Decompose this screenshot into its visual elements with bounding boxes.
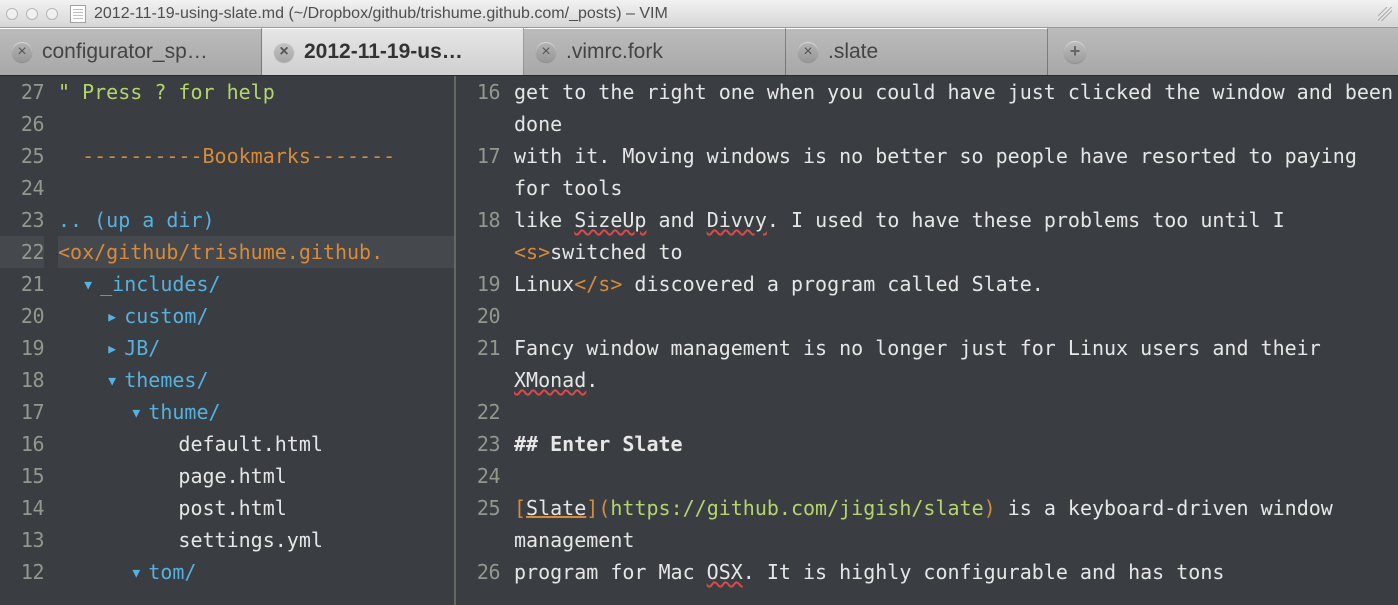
- code-line[interactable]: [Slate](https://github.com/jigish/slate)…: [514, 492, 1398, 556]
- tab-label: .vimrc.fork: [566, 40, 663, 64]
- code-line[interactable]: like SizeUp and Divvy. I used to have th…: [514, 204, 1398, 268]
- tab-2[interactable]: × .vimrc.fork: [524, 28, 786, 75]
- close-tab-icon[interactable]: ×: [798, 42, 818, 62]
- tree-line[interactable]: page.html: [58, 460, 454, 492]
- line-number: [456, 364, 500, 396]
- line-number: 19: [456, 268, 500, 300]
- tree-line[interactable]: .. (up a dir): [58, 204, 454, 236]
- line-number: 26: [0, 108, 44, 140]
- tree-line: ----------Bookmarks-------: [58, 140, 454, 172]
- line-number: [456, 108, 500, 140]
- tab-1[interactable]: × 2012-11-19-us…: [262, 28, 524, 75]
- line-number: 14: [0, 492, 44, 524]
- line-number: 24: [0, 172, 44, 204]
- tree-line[interactable]: thume/: [58, 396, 454, 428]
- line-number: 19: [0, 332, 44, 364]
- tab-0[interactable]: × configurator_sp…: [0, 28, 262, 75]
- code-line[interactable]: Linux</s> discovered a program called Sl…: [514, 268, 1398, 300]
- chevron-right-icon[interactable]: [106, 336, 124, 360]
- resize-grip-icon[interactable]: [1378, 7, 1392, 21]
- line-number: 15: [0, 460, 44, 492]
- line-number: [456, 236, 500, 268]
- document-icon: [70, 5, 86, 23]
- line-number: 17: [456, 140, 500, 172]
- code-line[interactable]: [514, 460, 1398, 492]
- nerdtree-content[interactable]: " Press ? for help ----------Bookmarks--…: [54, 76, 454, 605]
- tree-line[interactable]: tom/: [58, 556, 454, 588]
- line-number: [456, 172, 500, 204]
- tree-line[interactable]: default.html: [58, 428, 454, 460]
- tree-line[interactable]: settings.yml: [58, 524, 454, 556]
- nerdtree-pane[interactable]: 27262524232221201918171615141312 " Press…: [0, 76, 454, 605]
- code-line[interactable]: with it. Moving windows is no better so …: [514, 140, 1398, 204]
- code-line[interactable]: get to the right one when you could have…: [514, 76, 1398, 140]
- line-number: 20: [0, 300, 44, 332]
- line-number: 20: [456, 300, 500, 332]
- minimize-window-icon[interactable]: [26, 8, 38, 20]
- line-number: 18: [0, 364, 44, 396]
- chevron-down-icon[interactable]: [130, 400, 148, 424]
- tree-line: " Press ? for help: [58, 76, 454, 108]
- code-line[interactable]: [514, 396, 1398, 428]
- code-line[interactable]: ## Enter Slate: [514, 428, 1398, 460]
- tree-line[interactable]: JB/: [58, 332, 454, 364]
- tab-label: 2012-11-19-us…: [304, 40, 463, 64]
- close-tab-icon[interactable]: ×: [274, 42, 294, 62]
- line-number: 27: [0, 76, 44, 108]
- code-line[interactable]: Fancy window management is no longer jus…: [514, 332, 1398, 396]
- tab-label: .slate: [828, 40, 878, 64]
- window-title: 2012-11-19-using-slate.md (~/Dropbox/git…: [94, 5, 1378, 23]
- line-number: 25: [0, 140, 44, 172]
- tree-line[interactable]: themes/: [58, 364, 454, 396]
- line-number: 13: [0, 524, 44, 556]
- line-number: [456, 524, 500, 556]
- new-tab-button[interactable]: +: [1048, 28, 1398, 75]
- tree-line: [58, 108, 454, 140]
- line-number: 23: [456, 428, 500, 460]
- tree-line[interactable]: <ox/github/trishume.github.: [58, 236, 454, 268]
- main-editor-pane[interactable]: 16 17 18 192021 22232425 26 get to the right …: [454, 76, 1398, 605]
- line-number: 26: [456, 556, 500, 588]
- line-number: 23: [0, 204, 44, 236]
- chevron-down-icon[interactable]: [82, 272, 100, 296]
- zoom-window-icon[interactable]: [46, 8, 58, 20]
- tree-line[interactable]: post.html: [58, 492, 454, 524]
- tab-3[interactable]: × .slate: [786, 28, 1048, 75]
- line-number: 21: [456, 332, 500, 364]
- editor-content[interactable]: get to the right one when you could have…: [510, 76, 1398, 605]
- line-number: 25: [456, 492, 500, 524]
- line-number: 22: [456, 396, 500, 428]
- line-number: 21: [0, 268, 44, 300]
- close-tab-icon[interactable]: ×: [12, 42, 32, 62]
- editor: 27262524232221201918171615141312 " Press…: [0, 76, 1398, 605]
- window-controls[interactable]: [6, 8, 58, 20]
- right-gutter: 16 17 18 192021 22232425 26: [456, 76, 510, 605]
- chevron-down-icon[interactable]: [106, 368, 124, 392]
- tree-line: [58, 172, 454, 204]
- line-number: 16: [456, 76, 500, 108]
- line-number: 17: [0, 396, 44, 428]
- chevron-down-icon[interactable]: [130, 560, 148, 584]
- tab-bar: × configurator_sp… × 2012-11-19-us… × .vimrc.…: [0, 28, 1398, 76]
- tree-line[interactable]: _includes/: [58, 268, 454, 300]
- line-number: 12: [0, 556, 44, 588]
- tree-line[interactable]: custom/: [58, 300, 454, 332]
- plus-icon[interactable]: +: [1064, 41, 1086, 63]
- line-number: 22: [0, 236, 44, 268]
- line-number: 18: [456, 204, 500, 236]
- line-number: 16: [0, 428, 44, 460]
- code-line[interactable]: [514, 300, 1398, 332]
- left-gutter: 27262524232221201918171615141312: [0, 76, 54, 605]
- close-tab-icon[interactable]: ×: [536, 42, 556, 62]
- tab-label: configurator_sp…: [42, 40, 208, 64]
- close-window-icon[interactable]: [6, 8, 18, 20]
- title-bar: 2012-11-19-using-slate.md (~/Dropbox/git…: [0, 0, 1398, 28]
- line-number: 24: [456, 460, 500, 492]
- chevron-right-icon[interactable]: [106, 304, 124, 328]
- code-line[interactable]: program for Mac OSX. It is highly config…: [514, 556, 1398, 588]
